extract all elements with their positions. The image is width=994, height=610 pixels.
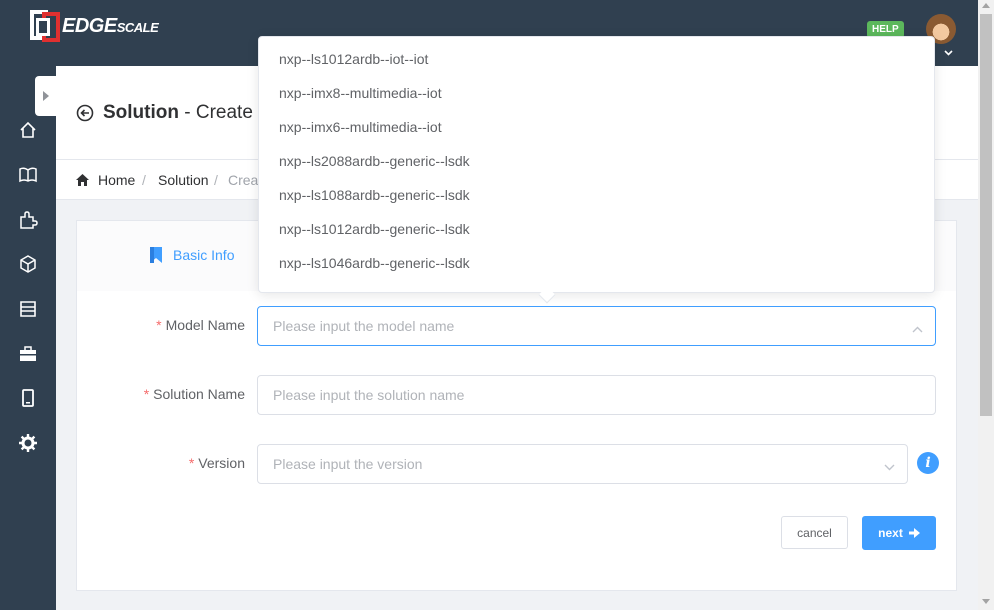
home-icon[interactable] [18, 120, 38, 140]
version-select[interactable] [257, 444, 908, 484]
toolbox-icon[interactable] [18, 344, 38, 364]
step-basic-info[interactable]: Basic Info [149, 247, 234, 263]
info-icon[interactable]: i [917, 452, 939, 474]
solution-name-field[interactable] [257, 375, 936, 415]
scrollbar-thumb[interactable] [980, 14, 992, 416]
dropdown-list: nxp--ls1012ardb--iot--iot nxp--imx8--mul… [259, 37, 934, 292]
dropdown-option[interactable]: nxp--imx6--multimedia--iot [259, 110, 934, 144]
caret-right-icon [43, 91, 49, 101]
bookmark-icon [150, 247, 162, 263]
step-label: Basic Info [173, 247, 235, 263]
logo-mark-icon [30, 10, 60, 42]
dropdown-option[interactable]: nxp--ls2088ardb--generic--lsdk [259, 144, 934, 178]
back-arrow-icon[interactable] [76, 104, 94, 122]
home-icon [76, 173, 89, 189]
breadcrumb-home[interactable]: Home [98, 172, 135, 188]
solution-name-input[interactable] [258, 376, 935, 414]
breadcrumb-separator: / [214, 172, 218, 188]
dropdown-option[interactable]: nxp--ls1043ardb--generic--lsdk [259, 280, 934, 292]
chevron-down-icon[interactable] [944, 48, 953, 59]
next-label: next [878, 526, 903, 540]
next-button[interactable]: next [862, 516, 936, 550]
dropdown-option[interactable]: nxp--ls1088ardb--generic--lsdk [259, 178, 934, 212]
scroll-up-icon[interactable] [982, 3, 990, 10]
model-name-dropdown: nxp--ls1012ardb--iot--iot nxp--imx8--mul… [258, 36, 935, 293]
chevron-up-icon[interactable] [912, 320, 923, 338]
chevron-down-icon[interactable] [884, 458, 895, 476]
solution-name-label: * Solution Name [143, 386, 245, 402]
sidebar-toggle-button[interactable] [35, 76, 57, 116]
logo-text: EDGESCALE [62, 14, 159, 37]
model-name-input[interactable] [258, 307, 935, 345]
dropdown-option[interactable]: nxp--imx8--multimedia--iot [259, 76, 934, 110]
scroll-down-icon[interactable] [982, 599, 990, 606]
breadcrumb-solution[interactable]: Solution [158, 172, 209, 188]
gear-icon[interactable] [18, 433, 38, 453]
breadcrumb-separator: / [142, 172, 146, 188]
cancel-button[interactable]: cancel [781, 516, 848, 549]
dropdown-option[interactable]: nxp--ls1012ardb--generic--lsdk [259, 212, 934, 246]
puzzle-icon[interactable] [18, 210, 38, 230]
dropdown-option[interactable]: nxp--ls1012ardb--iot--iot [259, 42, 934, 76]
model-name-label: * Model Name [156, 317, 245, 333]
dropdown-option[interactable]: nxp--ls1046ardb--generic--lsdk [259, 246, 934, 280]
sidebar [0, 66, 56, 610]
page-title: Solution - Create [103, 102, 253, 123]
version-label: * Version [188, 455, 245, 471]
app-logo[interactable]: EDGESCALE [30, 10, 159, 42]
arrow-right-icon [908, 528, 920, 538]
version-input[interactable] [258, 445, 907, 483]
cube-icon[interactable] [18, 254, 38, 274]
device-icon[interactable] [18, 388, 38, 408]
model-name-select[interactable] [257, 306, 936, 346]
book-icon[interactable] [18, 165, 38, 185]
store-icon[interactable] [18, 299, 38, 319]
